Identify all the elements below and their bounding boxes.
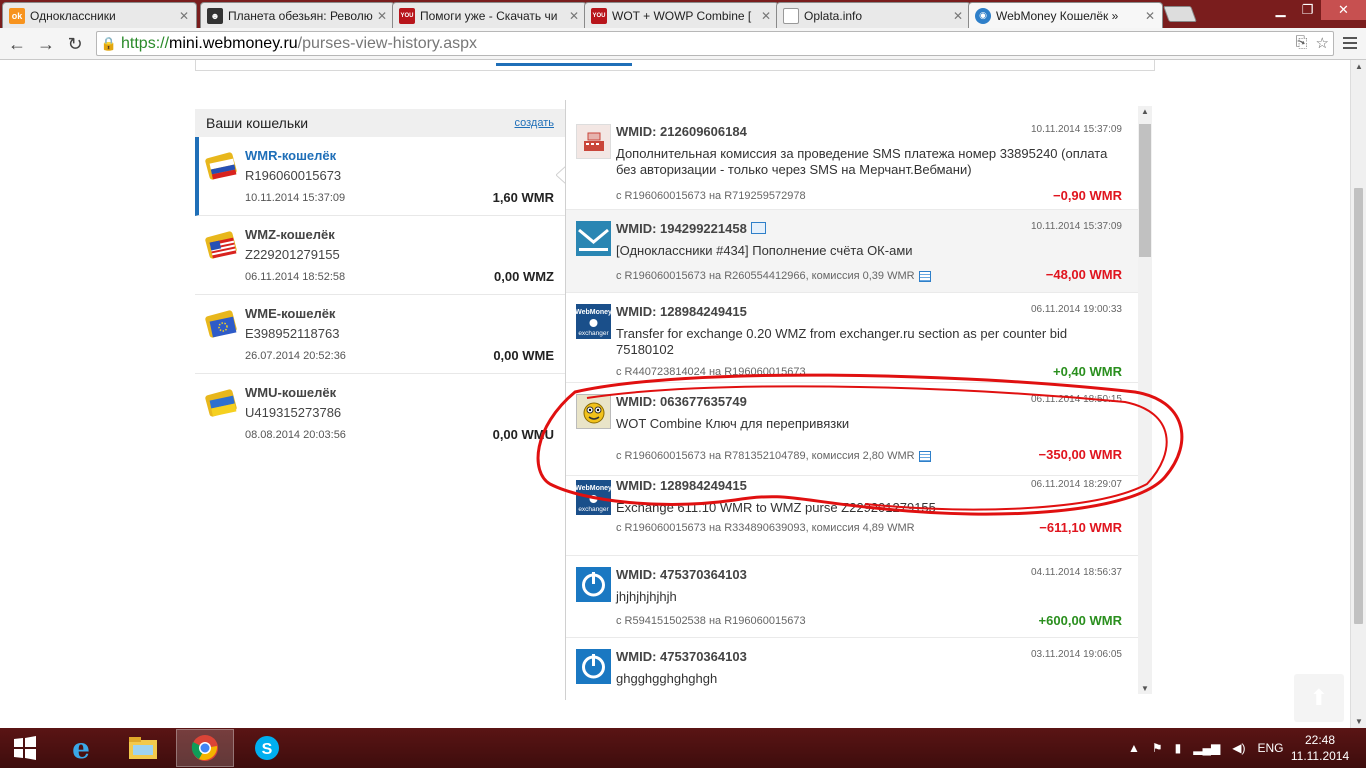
envelope-icon — [576, 221, 611, 256]
tab-planet-apes[interactable]: ☻ Планета обезьян: Револю ✕ — [200, 2, 395, 28]
svg-text:exchanger: exchanger — [578, 330, 609, 337]
close-tab-icon[interactable]: ✕ — [760, 9, 772, 23]
transaction-item[interactable]: WebMoney exchanger WMID: 128984249415 06.… — [566, 476, 1138, 556]
power-icon — [576, 567, 611, 602]
tab-pomogi[interactable]: YOU Помоги уже - Скачать чи ✕ — [392, 2, 587, 28]
transaction-item[interactable]: WMID: 212609606184 10.11.2014 15:37:09 Д… — [566, 113, 1138, 210]
scroll-up-icon[interactable]: ▲ — [1141, 107, 1149, 116]
action-center-flag-icon[interactable]: ⚑ — [1152, 741, 1163, 755]
close-tab-icon[interactable]: ✕ — [1144, 9, 1156, 23]
chrome-menu-icon[interactable] — [1340, 33, 1360, 53]
reload-button[interactable]: ↻ — [63, 32, 87, 56]
transaction-history-list: WMID: 212609606184 10.11.2014 15:37:09 Д… — [565, 100, 1155, 700]
active-nav-indicator — [496, 63, 632, 66]
minimize-button[interactable]: ▁ — [1267, 0, 1294, 20]
new-tab-button[interactable] — [1163, 6, 1197, 22]
transaction-item[interactable]: WMID: 475370364103 03.11.2014 19:06:05 g… — [566, 638, 1138, 700]
youhack-icon: YOU — [399, 7, 415, 24]
ape-icon: ☻ — [207, 7, 223, 24]
internet-explorer-icon[interactable]: e — [52, 729, 110, 767]
page-scrollbar[interactable]: ▲ ▼ — [1350, 60, 1366, 728]
address-bar[interactable]: 🔒 https://mini.webmoney.ru/purses-view-h… — [96, 31, 1334, 56]
invoice-icon[interactable] — [918, 270, 931, 282]
webmoney-exchanger-icon: WebMoney exchanger — [576, 480, 611, 515]
purse-item-wmz[interactable]: WMZ-кошелёк Z229201279155 06.11.2014 18:… — [195, 216, 565, 295]
tab-oplata[interactable]: Oplata.info ✕ — [776, 2, 971, 28]
page-scroll-thumb[interactable] — [1354, 188, 1363, 624]
transaction-item[interactable]: WMID: 475370364103 04.11.2014 18:56:37 j… — [566, 556, 1138, 638]
svg-text:WebMoney: WebMoney — [576, 485, 611, 492]
purse-item-wmu[interactable]: WMU-кошелёк U419315273786 08.08.2014 20:… — [195, 374, 565, 453]
tab-webmoney[interactable]: ◉ WebMoney Кошелёк » ✕ — [968, 2, 1163, 28]
battery-icon[interactable]: ▮ — [1175, 741, 1182, 755]
webmoney-exchanger-icon: WebMoney exchanger — [576, 304, 611, 339]
page-icon — [783, 7, 799, 24]
taskbar-clock[interactable]: 22:48 11.11.2014 — [1290, 732, 1350, 764]
business-card-icon[interactable] — [750, 222, 766, 234]
scroll-up-icon[interactable]: ▲ — [1355, 62, 1363, 71]
network-signal-icon[interactable]: ▂▄▆ — [1193, 741, 1220, 755]
tab-wot-combine[interactable]: YOU WOT + WOWP Combine [ ✕ — [584, 2, 779, 28]
tab-odnoklassniki[interactable]: ok Одноклассники ✕ — [2, 2, 197, 28]
smiley-avatar-icon — [576, 394, 611, 429]
svg-text:WebMoney: WebMoney — [576, 309, 611, 316]
back-to-top-button[interactable]: ⬆ — [1294, 674, 1344, 722]
chrome-taskbar-icon[interactable] — [176, 729, 234, 767]
cash-register-icon — [576, 124, 611, 159]
volume-icon[interactable]: ◀) — [1232, 741, 1245, 755]
top-nav-bar — [195, 60, 1155, 71]
power-icon — [576, 649, 611, 684]
restore-button[interactable]: ❐ — [1294, 0, 1321, 20]
start-button[interactable] — [0, 729, 50, 767]
system-tray: ▲ ⚑ ▮ ▂▄▆ ◀) ENG — [1128, 728, 1283, 768]
windows-logo-icon — [14, 736, 36, 760]
close-tab-icon[interactable]: ✕ — [178, 9, 190, 23]
transaction-item[interactable]: WMID: 063677635749 06.11.2014 18:50:15 W… — [566, 383, 1138, 476]
history-scrollbar[interactable]: ▲ ▼ — [1138, 106, 1152, 694]
invoice-icon[interactable] — [918, 450, 931, 462]
close-window-button[interactable]: ✕ — [1321, 0, 1366, 20]
scroll-down-icon[interactable]: ▼ — [1355, 717, 1363, 726]
wallet-usa-icon — [205, 231, 237, 259]
wallet-ukraine-icon — [205, 389, 237, 417]
show-hidden-icons-icon[interactable]: ▲ — [1128, 741, 1140, 755]
close-tab-icon[interactable]: ✕ — [952, 9, 964, 23]
transaction-item[interactable]: WebMoney exchanger WMID: 128984249415 06.… — [566, 293, 1138, 383]
lock-icon: 🔒 — [100, 35, 118, 51]
back-button[interactable]: ← — [5, 32, 29, 56]
forward-button[interactable]: → — [34, 32, 58, 56]
purse-item-wmr[interactable]: WMR-кошелёк R196060015673 10.11.2014 15:… — [195, 137, 565, 216]
svg-text:exchanger: exchanger — [578, 506, 609, 513]
svg-text:S: S — [262, 741, 273, 758]
scroll-down-icon[interactable]: ▼ — [1141, 684, 1149, 693]
create-purse-link[interactable]: создать — [515, 117, 554, 129]
close-tab-icon[interactable]: ✕ — [376, 9, 388, 23]
webmoney-globe-icon: ◉ — [975, 7, 991, 24]
transaction-item[interactable]: WMID: 194299221458 10.11.2014 15:37:09 [… — [566, 210, 1138, 293]
purse-item-wme[interactable]: WME-кошелёк E398952118763 26.07.2014 20:… — [195, 295, 565, 374]
browser-toolbar: ← → ↻ 🔒 https://mini.webmoney.ru/purses-… — [0, 28, 1366, 60]
browser-tab-strip: ok Одноклассники ✕ ☻ Планета обезьян: Ре… — [0, 0, 1366, 28]
windows-taskbar: e S ▲ ⚑ ▮ ▂▄▆ ◀) ENG 22:48 11.11.2014 — [0, 728, 1366, 768]
page-viewport: Ваши кошельки создать WMR-кошелёк R19606… — [0, 60, 1350, 728]
wallet-russia-icon — [205, 152, 237, 180]
translate-icon[interactable]: ⎘ — [1296, 34, 1308, 52]
language-indicator[interactable]: ENG — [1257, 741, 1283, 755]
file-explorer-icon[interactable] — [114, 729, 172, 767]
bookmark-star-icon[interactable]: ☆ — [1316, 34, 1329, 52]
wallet-eu-icon — [205, 310, 237, 338]
history-scroll-thumb[interactable] — [1139, 124, 1151, 257]
odnoklassniki-icon: ok — [9, 7, 25, 24]
close-tab-icon[interactable]: ✕ — [568, 9, 580, 23]
skype-icon[interactable]: S — [238, 729, 296, 767]
purses-panel: Ваши кошельки создать WMR-кошелёк R19606… — [195, 109, 565, 453]
youhack-icon: YOU — [591, 7, 607, 24]
purses-header: Ваши кошельки создать — [195, 109, 565, 137]
